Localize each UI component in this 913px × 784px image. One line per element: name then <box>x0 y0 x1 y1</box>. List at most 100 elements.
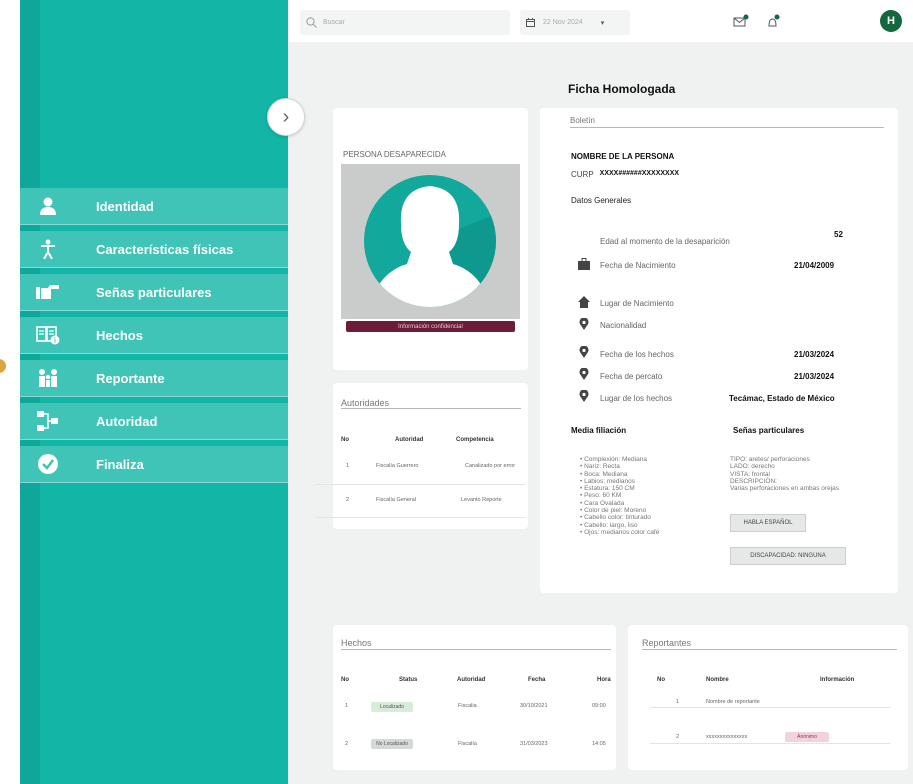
search-placeholder: Buscar <box>323 19 345 26</box>
senas-description: TIPO: aretes/ perforaciones LADO: derecho… <box>730 456 839 492</box>
family-icon <box>20 360 76 397</box>
media-filiacion-item: • Estatura: 150 CM <box>580 485 635 493</box>
location-pin-icon <box>579 318 589 330</box>
col-header-hora: Hora <box>597 677 611 683</box>
briefcase-icon <box>578 258 590 270</box>
photo-card-heading: PERSONA DESAPARECIDA <box>343 150 446 159</box>
media-filiacion-item: • Cabello color: tinturado <box>580 514 651 522</box>
sidebar-item-label: Reportante <box>96 370 165 386</box>
detail-value: 21/03/2024 <box>794 372 835 381</box>
cell-no: 1 <box>346 463 350 469</box>
media-filiacion-item: • Peso: 60 KM <box>580 492 622 500</box>
detail-label: Edad al momento de la desaparición <box>600 237 730 246</box>
cell-autoridad: Fiscalia <box>458 703 477 709</box>
detail-value: 21/03/2024 <box>794 350 835 359</box>
cell-nombre: xxxxxxxxxxxxxxx <box>706 734 748 740</box>
sidebar-item-label: Características físicas <box>96 241 234 257</box>
curp-label: CURP <box>571 170 594 179</box>
general-heading: Datos Generales <box>571 196 632 205</box>
col-header-informacion: Información <box>820 677 855 683</box>
media-filiacion-item: • Nariz: Recta <box>580 463 620 471</box>
reportantes-title: Reportantes <box>642 638 692 648</box>
bell-notification-icon[interactable] <box>765 14 781 30</box>
sidebar-item-finaliza[interactable]: Finaliza <box>20 446 288 483</box>
divider <box>315 484 525 485</box>
habla-espanol-tag: HABLA ESPAÑOL <box>730 514 806 532</box>
status-dot <box>0 359 6 373</box>
col-header-no: No <box>657 677 665 683</box>
cell-autoridad: Fiscalía General <box>376 497 417 503</box>
senas-line: VISTA: frontal <box>730 470 770 478</box>
detail-value: 52 <box>834 230 843 239</box>
media-filiacion-item: • Color de piel: Moreno <box>580 507 647 515</box>
col-header-status: Status <box>399 677 418 683</box>
hechos-title: Hechos <box>341 638 372 648</box>
media-filiacion-item: • Labios: medianos <box>580 477 636 485</box>
curp-line: CURP XXXX######XXXXXXXX <box>571 170 679 179</box>
status-badge: No Localizado <box>371 739 413 749</box>
user-avatar[interactable]: H <box>880 10 902 32</box>
search-icon <box>306 17 317 28</box>
svg-text:i: i <box>54 338 56 345</box>
detail-label: Lugar de Nacimiento <box>600 299 674 308</box>
date-picker[interactable]: 22 Nov 2024 ▾ <box>520 10 630 35</box>
sidebar-item-label: Hechos <box>96 327 143 343</box>
person-figure-icon <box>20 231 76 268</box>
sidebar-item-identidad[interactable]: Identidad <box>20 188 288 225</box>
sidebar-item-autoridad[interactable]: Autoridad <box>20 403 288 440</box>
media-filiacion-item: • Boca: Mediana <box>580 470 628 478</box>
cell-fecha: 30/10/2021 <box>520 703 548 709</box>
curp-value: XXXX######XXXXXXXX <box>599 170 680 177</box>
check-circle-icon <box>20 446 76 483</box>
col-header-no: No <box>341 437 349 443</box>
divider <box>315 517 525 518</box>
detail-label: Fecha de percato <box>600 372 663 381</box>
col-header-competencia: Competencia <box>456 437 494 443</box>
col-header-no: No <box>341 677 349 683</box>
search-input[interactable]: Buscar <box>300 10 510 35</box>
page-title: Ficha Homologada <box>568 82 676 96</box>
cell-autoridad: Fiscalía Guerrero <box>376 463 419 469</box>
cell-nombre: Nombre de reportante <box>706 699 760 705</box>
media-filiacion-item: • Cabello: largo, liso <box>580 521 638 529</box>
person-name-heading: NOMBRE DE LA PERSONA <box>571 152 675 161</box>
app-root: Identidad Características físicas Señas … <box>0 0 913 784</box>
sidebar-item-label: Señas particulares <box>96 284 212 300</box>
autoridades-title: Autoridades <box>341 398 390 408</box>
col-header-fecha: Fecha <box>528 677 546 683</box>
detail-label: Fecha de los hechos <box>600 350 674 359</box>
date-value: 22 Nov 2024 <box>543 19 583 26</box>
sidebar-item-caracteristicas[interactable]: Características físicas <box>20 231 288 268</box>
senas-line: LADO: derecho <box>730 463 775 471</box>
sidebar-item-senas[interactable]: Señas particulares <box>20 274 288 311</box>
anonimo-badge: Anónimo <box>785 732 829 742</box>
divider <box>650 707 890 708</box>
status-badge: Localizado <box>371 702 413 712</box>
cell-autoridad: Fiscalía <box>458 741 477 747</box>
sidebar-item-label: Identidad <box>96 198 154 214</box>
cell-no: 1 <box>345 703 349 709</box>
sidebar-item-hechos[interactable]: i Hechos <box>20 317 288 354</box>
location-pin-icon <box>579 368 589 380</box>
divider <box>341 649 611 650</box>
calendar-icon <box>526 18 535 27</box>
detail-label: Lugar de los hechos <box>600 394 673 403</box>
chevron-down-icon: ▾ <box>600 19 605 27</box>
media-filiacion-item: • Ojos: medianos color café <box>580 528 660 536</box>
chevron-right-icon: › <box>282 105 290 128</box>
cell-hora: 14:05 <box>592 741 606 747</box>
sidebar-item-reportante[interactable]: Reportante <box>20 360 288 397</box>
mail-notification-icon[interactable] <box>733 14 749 30</box>
confidential-banner: Información confidencial <box>346 321 515 332</box>
media-filiacion-item: • Cara Ovalada <box>580 499 625 507</box>
divider <box>642 649 897 650</box>
cell-fecha: 31/03/2023 <box>520 741 548 747</box>
cell-competencia: Canalizado por error <box>465 463 516 469</box>
detail-label: Fecha de Nacimiento <box>600 261 676 270</box>
divider <box>570 127 884 128</box>
detail-value: Tecámac, Estado de México <box>729 394 835 403</box>
cell-competencia: Levanto Reporte <box>461 497 502 503</box>
collapse-sidebar-button[interactable]: › <box>267 98 305 136</box>
location-pin-icon <box>579 346 589 358</box>
open-book-icon: i <box>20 317 76 354</box>
